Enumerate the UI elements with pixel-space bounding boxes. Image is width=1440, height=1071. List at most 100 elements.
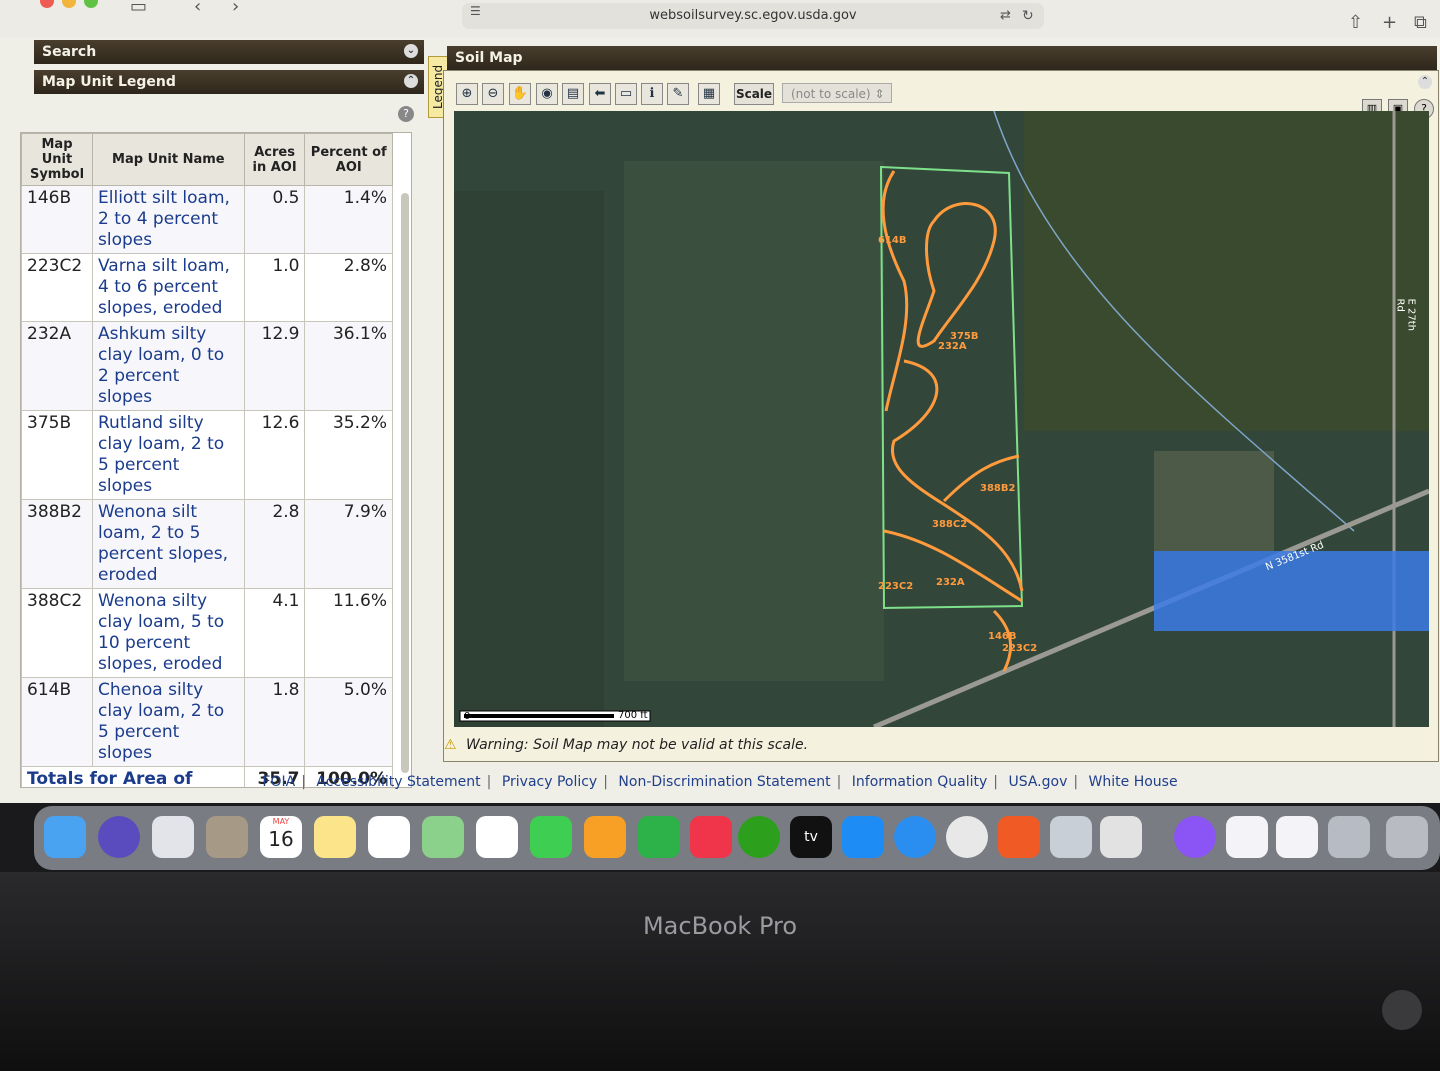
column-header: Acres in AOI <box>243 133 306 186</box>
messenger-icon[interactable] <box>1174 816 1216 858</box>
wallet-icon[interactable] <box>1276 816 1318 858</box>
map-layers-icon[interactable]: ▦ <box>698 83 720 105</box>
table-row: 146B Elliott silt loam, 2 to 4 percent s… <box>21 185 393 254</box>
chrome-icon[interactable] <box>946 816 988 858</box>
table-row: 614B Chenoa silty clay loam, 2 to 5 perc… <box>21 677 393 767</box>
search-panel-header[interactable]: Search ⌄ <box>34 40 424 64</box>
aoi-icon[interactable]: ▤ <box>562 83 584 105</box>
map-label: 388B2 <box>980 483 1016 494</box>
maps-icon[interactable] <box>422 816 464 858</box>
next-extent-icon[interactable]: ▭ <box>615 83 637 105</box>
music-icon[interactable] <box>690 816 732 858</box>
notes-icon[interactable] <box>314 816 356 858</box>
brave-icon[interactable] <box>998 816 1040 858</box>
reader-icon[interactable]: ☰ <box>470 4 481 18</box>
printer-icon[interactable] <box>1328 816 1370 858</box>
photos-icon[interactable] <box>476 816 518 858</box>
map-label: 388C2 <box>932 519 968 530</box>
map-unit-name-link[interactable]: Ashkum silty clay loam, 0 to 2 percent s… <box>92 321 245 411</box>
zoom-window-button[interactable] <box>84 0 98 8</box>
footer-link-information-quality[interactable]: Information Quality <box>852 774 988 790</box>
legend-panel-header[interactable]: Map Unit Legend ⌃ <box>34 70 424 94</box>
back-icon[interactable]: ‹ <box>194 0 201 17</box>
footer-link-foia[interactable]: FOIA <box>262 774 295 790</box>
minimize-window-button[interactable] <box>62 0 76 8</box>
map-label: 614B <box>878 235 907 246</box>
numbers-icon[interactable] <box>638 816 680 858</box>
footer-link-accessibility[interactable]: Accessibility Statement <box>316 774 480 790</box>
sidebar-icon[interactable]: ▭ <box>130 0 147 17</box>
footer-link-usa-gov[interactable]: USA.gov <box>1008 774 1067 790</box>
map-unit-symbol: 388B2 <box>21 499 93 589</box>
document-app-icon[interactable] <box>1100 816 1142 858</box>
map-unit-name-link[interactable]: Elliott silt loam, 2 to 4 percent slopes <box>92 185 245 254</box>
table-row: 375B Rutland silty clay loam, 2 to 5 per… <box>21 410 393 500</box>
soil-map-panel-header: Soil Map <box>447 46 1437 70</box>
reload-icon[interactable]: ↻ <box>1022 8 1034 24</box>
map-unit-name-link[interactable]: Varna silt loam, 4 to 6 percent slopes, … <box>92 253 245 322</box>
chevron-up-icon[interactable]: ⌃ <box>404 74 418 88</box>
browser-toolbar: ▭ ‹ › websoilsurvey.sc.egov.usda.gov ☰ ⇄… <box>0 0 1440 39</box>
acres-value: 1.8 <box>243 677 306 767</box>
map-label: 146B <box>988 631 1017 642</box>
facetime-icon[interactable] <box>530 816 572 858</box>
chevron-up-icon[interactable]: ⌃ <box>1418 75 1432 89</box>
app-store-icon[interactable] <box>842 816 884 858</box>
infuse-play-icon[interactable] <box>1226 816 1268 858</box>
acres-value: 0.5 <box>243 185 306 254</box>
soil-map-panel: ⌃ ⊕ ⊖ ✋ ◉ ▤ ⬅ ▭ ℹ ✎ ▦ Scale (not to scal… <box>443 70 1439 762</box>
zoom-out-icon[interactable]: ⊖ <box>482 83 504 105</box>
forward-icon[interactable]: › <box>232 0 239 17</box>
pages-icon[interactable] <box>584 816 626 858</box>
preview-icon[interactable] <box>1050 816 1092 858</box>
launchpad-icon[interactable] <box>152 816 194 858</box>
zoom-in-icon[interactable]: ⊕ <box>456 83 478 105</box>
close-window-button[interactable] <box>40 0 54 8</box>
full-extent-icon[interactable]: ◉ <box>536 83 558 105</box>
chevron-down-icon[interactable]: ⌄ <box>404 44 418 58</box>
identify-info-icon[interactable]: ℹ <box>641 83 663 105</box>
map-unit-name-link[interactable]: Wenona silt loam, 2 to 5 percent slopes,… <box>92 499 245 589</box>
scale-select-value: (not to scale) <box>791 87 871 101</box>
finder-icon[interactable] <box>44 816 86 858</box>
pan-hand-icon[interactable]: ✋ <box>509 83 531 105</box>
acres-value: 12.9 <box>243 321 306 411</box>
previous-extent-icon[interactable]: ⬅ <box>589 83 611 105</box>
address-bar[interactable]: websoilsurvey.sc.egov.usda.gov <box>462 3 1044 29</box>
new-tab-icon[interactable]: + <box>1382 12 1397 33</box>
contacts-icon[interactable] <box>206 816 248 858</box>
percent-value: 5.0% <box>304 677 393 767</box>
quickbooks-icon[interactable] <box>738 816 780 858</box>
scale-bar-end: 700 ft <box>618 710 648 721</box>
live-text-icon[interactable] <box>1382 990 1422 1030</box>
map-unit-symbol: 375B <box>21 410 93 500</box>
map-unit-name-link[interactable]: Rutland silty clay loam, 2 to 5 percent … <box>92 410 245 500</box>
calendar-icon[interactable]: MAY 16 <box>260 816 302 858</box>
legend-scrollbar[interactable] <box>401 193 409 773</box>
macos-dock: MAY 16 tv <box>34 806 1440 870</box>
acres-value: 1.0 <box>243 253 306 322</box>
footer-link-privacy[interactable]: Privacy Policy <box>502 774 597 790</box>
safari-icon[interactable] <box>894 816 936 858</box>
share-icon[interactable]: ⇧ <box>1348 12 1363 33</box>
help-icon[interactable]: ? <box>398 106 414 122</box>
tabs-overview-icon[interactable]: ⧉ <box>1414 12 1427 33</box>
siri-icon[interactable] <box>98 816 140 858</box>
scale-button[interactable]: Scale <box>734 83 774 105</box>
table-row: 223C2 Varna silt loam, 4 to 6 percent sl… <box>21 253 393 322</box>
measure-icon[interactable]: ✎ <box>667 83 689 105</box>
footer-link-non-discrimination[interactable]: Non-Discrimination Statement <box>618 774 830 790</box>
calendar-day: 16 <box>268 827 294 851</box>
map-unit-name-link[interactable]: Chenoa silty clay loam, 2 to 5 percent s… <box>92 677 245 767</box>
aerial-soil-map[interactable]: 614B 375B 232A 388B2 388C2 223C2 232A 14… <box>454 111 1429 727</box>
apple-tv-icon[interactable]: tv <box>790 816 832 858</box>
footer-link-white-house[interactable]: White House <box>1089 774 1178 790</box>
scale-select[interactable]: (not to scale) ⇕ <box>782 83 892 103</box>
map-unit-name-link[interactable]: Wenona silty clay loam, 5 to 10 percent … <box>92 588 245 678</box>
translate-icon[interactable]: ⇄ <box>1000 8 1011 23</box>
trash-icon[interactable] <box>1386 816 1428 858</box>
column-header: Percent of AOI <box>304 133 393 186</box>
reminders-icon[interactable] <box>368 816 410 858</box>
soil-map-title: Soil Map <box>455 50 523 66</box>
map-label: 223C2 <box>1002 643 1038 654</box>
